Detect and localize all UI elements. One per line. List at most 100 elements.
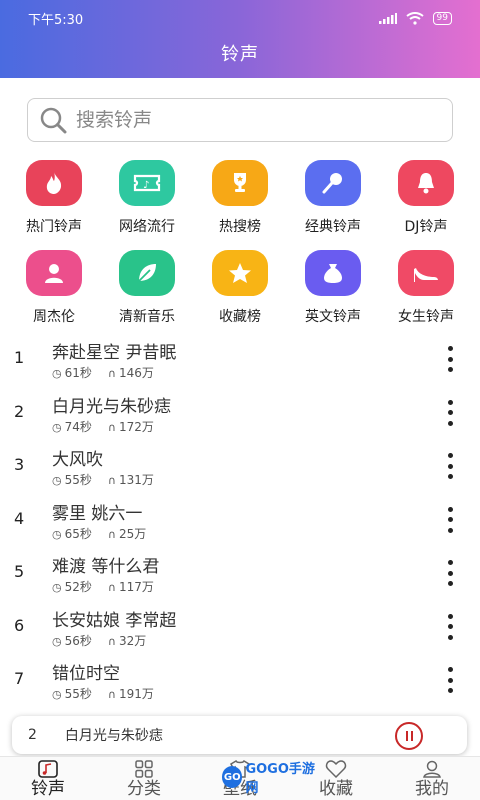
bell-icon xyxy=(398,160,454,206)
money-bag-icon xyxy=(305,250,361,296)
song-plays: 25万 xyxy=(118,526,147,541)
song-meta: ◷ 55秒 ∩ 131万 xyxy=(52,471,154,488)
list-item-index: 6 xyxy=(14,615,25,635)
app-header: 下午5:30 99 铃声 xyxy=(0,0,480,78)
song-title: 错位时空 xyxy=(52,664,120,684)
song-meta: ◷ 55秒 ∩ 191万 xyxy=(52,685,154,702)
song-meta: ◷ 74秒 ∩ 172万 xyxy=(52,418,154,435)
category-label: 女生铃声 xyxy=(398,309,454,325)
more-options-icon[interactable] xyxy=(442,399,458,426)
list-item-index: 3 xyxy=(14,455,25,474)
category-dj[interactable]: DJ铃声 xyxy=(382,160,470,250)
flame-icon xyxy=(26,160,82,206)
song-duration: 52秒 xyxy=(64,580,92,594)
mini-player[interactable]: 2 白月光与朱砂痣 xyxy=(12,716,467,754)
tab-label: 铃声 xyxy=(31,779,65,799)
tab-label: 收藏 xyxy=(319,779,353,799)
tab-ringtones[interactable]: 铃声 xyxy=(8,757,88,800)
star-icon xyxy=(212,250,268,296)
headphones-icon: ∩ xyxy=(107,527,116,541)
song-plays: 131万 xyxy=(118,473,154,487)
tab-label: 我的 xyxy=(415,779,449,799)
more-options-icon[interactable] xyxy=(442,346,458,372)
song-title: 雾里 姚六一 xyxy=(52,503,143,524)
category-label: DJ铃声 xyxy=(404,219,448,235)
song-meta: ◷ 52秒 ∩ 117万 xyxy=(52,578,154,595)
search-input[interactable] xyxy=(76,109,436,131)
category-trending[interactable]: ♪ 网络流行 xyxy=(103,160,191,250)
category-english[interactable]: 英文铃声 xyxy=(289,250,377,340)
song-duration: 55秒 xyxy=(64,473,92,487)
song-title: 大风吹 xyxy=(52,450,103,470)
more-options-icon[interactable] xyxy=(442,453,458,479)
category-hot-search[interactable]: 热搜榜 xyxy=(196,160,284,250)
headphones-icon: ∩ xyxy=(107,634,116,648)
list-item-index: 4 xyxy=(14,508,25,528)
song-meta: ◷ 56秒 ∩ 32万 xyxy=(52,632,146,649)
list-item[interactable]: 5 难渡 等什么君 ◷ 52秒 ∩ 117万 xyxy=(0,544,480,598)
song-title: 白月光与朱砂痣 xyxy=(52,396,171,417)
category-label: 热搜榜 xyxy=(219,219,261,235)
category-classic[interactable]: 经典铃声 xyxy=(289,160,377,250)
headphones-icon: ∩ xyxy=(107,688,116,701)
song-title: 长安姑娘 李常超 xyxy=(52,610,177,631)
song-plays: 172万 xyxy=(118,419,154,434)
battery-indicator: 99 xyxy=(432,11,452,25)
status-time: 下午5:30 xyxy=(28,12,84,28)
song-title: 奔赴星空 尹昔眠 xyxy=(52,343,177,363)
category-female[interactable]: 女生铃声 xyxy=(382,250,470,340)
song-duration: 56秒 xyxy=(64,633,92,648)
list-item[interactable]: 4 雾里 姚六一 ◷ 65秒 ∩ 25万 xyxy=(0,491,480,545)
category-label: 英文铃声 xyxy=(305,309,361,325)
clock-icon: ◷ xyxy=(52,420,62,434)
headphones-icon: ∩ xyxy=(107,474,116,487)
more-options-icon[interactable] xyxy=(442,613,458,640)
tab-label: 分类 xyxy=(127,779,161,799)
ticket-icon: ♪ xyxy=(119,160,175,206)
list-item[interactable]: 7 错位时空 ◷ 55秒 ∩ 191万 xyxy=(0,651,480,705)
category-row: 热门铃声 ♪ 网络流行 热搜榜 经典铃声 DJ铃声 xyxy=(0,160,480,250)
song-duration: 55秒 xyxy=(64,687,92,701)
song-meta: ◷ 61秒 ∩ 146万 xyxy=(52,364,154,381)
list-item-index: 2 xyxy=(14,401,25,421)
song-plays: 32万 xyxy=(118,633,147,648)
category-favorites-chart[interactable]: 收藏榜 xyxy=(196,250,284,340)
headphones-icon: ∩ xyxy=(107,420,116,434)
list-item[interactable]: 6 长安姑娘 李常超 ◷ 56秒 ∩ 32万 xyxy=(0,598,480,652)
list-item[interactable]: 1 奔赴星空 尹昔眠 ◷ 61秒 ∩ 146万 xyxy=(0,330,480,384)
list-item[interactable]: 3 大风吹 ◷ 55秒 ∩ 131万 xyxy=(0,437,480,491)
svg-text:♪: ♪ xyxy=(143,180,149,191)
list-item-index: 5 xyxy=(14,562,25,581)
clock-icon: ◷ xyxy=(52,634,62,648)
song-duration: 74秒 xyxy=(64,419,92,434)
category-fresh-music[interactable]: 清新音乐 xyxy=(103,250,191,340)
more-options-icon[interactable] xyxy=(442,667,458,693)
tab-categories[interactable]: 分类 xyxy=(104,757,184,800)
category-jay-chou[interactable]: 周杰伦 xyxy=(10,250,98,340)
tab-profile[interactable]: 我的 xyxy=(392,757,472,800)
pause-icon[interactable] xyxy=(395,722,423,750)
trophy-icon xyxy=(212,160,268,206)
more-options-icon[interactable] xyxy=(442,506,458,533)
page-title: 铃声 xyxy=(221,44,259,65)
category-label: 网络流行 xyxy=(119,219,175,235)
song-meta: ◷ 65秒 ∩ 25万 xyxy=(52,525,146,542)
person-icon xyxy=(26,250,82,296)
ringtone-list: 1 奔赴星空 尹昔眠 ◷ 61秒 ∩ 146万 2 白月光与朱砂痣 ◷ 74秒 ∩ 17… xyxy=(0,330,480,705)
more-options-icon[interactable] xyxy=(442,560,458,586)
category-row: 周杰伦 清新音乐 收藏榜 英文铃声 女生铃声 xyxy=(0,250,480,340)
headphones-icon: ∩ xyxy=(107,581,116,594)
microphone-icon xyxy=(305,160,361,206)
song-duration: 61秒 xyxy=(64,366,92,380)
clock-icon: ◷ xyxy=(52,474,62,487)
category-hot-ringtones[interactable]: 热门铃声 xyxy=(10,160,98,250)
category-label: 收藏榜 xyxy=(219,309,261,325)
search-bar[interactable] xyxy=(27,98,453,142)
search-icon xyxy=(40,107,67,134)
list-item[interactable]: 2 白月光与朱砂痣 ◷ 74秒 ∩ 172万 xyxy=(0,384,480,438)
clock-icon: ◷ xyxy=(52,527,62,541)
player-title: 白月光与朱砂痣 xyxy=(64,728,163,744)
user-icon xyxy=(421,760,443,778)
song-plays: 146万 xyxy=(118,366,154,380)
category-label: 清新音乐 xyxy=(119,309,175,325)
